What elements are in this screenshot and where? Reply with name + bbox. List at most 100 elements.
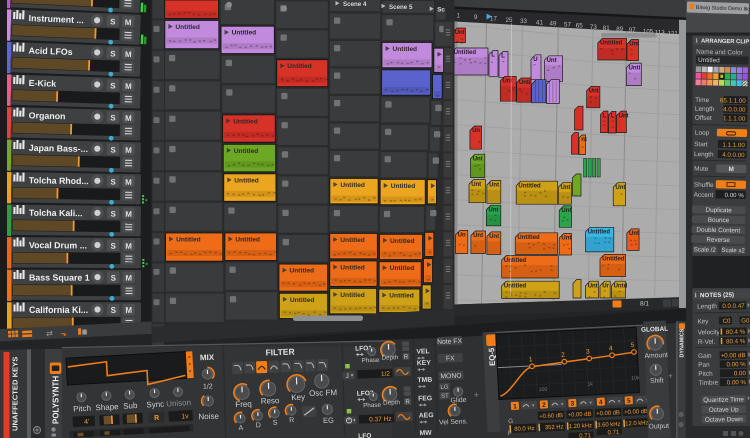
svg-text:Velocity: Velocity [698, 329, 721, 336]
svg-text:TMB: TMB [417, 377, 432, 385]
svg-text:Untitled: Untitled [290, 268, 315, 275]
svg-text:Scale x2: Scale x2 [721, 247, 745, 255]
svg-text:1: 1 [457, 13, 461, 20]
svg-text:81: 81 [603, 25, 610, 32]
svg-text:M: M [125, 18, 132, 27]
svg-text:Double Content: Double Content [696, 227, 740, 235]
svg-text:M: M [125, 50, 132, 59]
svg-text:73: 73 [590, 24, 597, 31]
svg-text:California Ki...: California Ki... [29, 305, 88, 315]
svg-text:L: L [603, 113, 607, 119]
svg-text:D: D [256, 422, 261, 429]
svg-text:U: U [533, 57, 537, 63]
svg-text:Untd: Untd [614, 283, 628, 289]
svg-text:Unt: Unt [489, 207, 499, 213]
svg-text:S: S [111, 242, 117, 251]
svg-text:Gain: Gain [698, 353, 712, 360]
svg-text:0.00: 0.00 [734, 370, 747, 377]
svg-text:M: M [125, 82, 132, 91]
svg-text:L: L [501, 54, 505, 60]
svg-text:80.0 Hz: 80.0 Hz [514, 426, 535, 433]
svg-text:0.71: 0.71 [579, 432, 592, 438]
svg-text:S: S [110, 113, 116, 122]
svg-text:Timbre: Timbre [698, 380, 718, 387]
svg-text:M: M [125, 114, 132, 123]
svg-text:41: 41 [536, 19, 543, 26]
svg-text:+: + [668, 372, 673, 381]
svg-text:4.0.0.00: 4.0.0.00 [722, 152, 745, 159]
svg-text:Japan Bass-...: Japan Bass-... [29, 143, 88, 154]
svg-text:Untitled: Untitled [393, 46, 418, 53]
svg-text:M: M [125, 178, 132, 187]
svg-text:F: F [508, 430, 512, 437]
svg-text:Unt: Unt [589, 89, 599, 95]
svg-text:Name and Color: Name and Color [696, 49, 744, 57]
svg-text:Length: Length [697, 303, 717, 310]
svg-text:Amount: Amount [644, 352, 668, 360]
svg-text:Un: Un [458, 233, 466, 239]
svg-text:3.60 kHz: 3.60 kHz [597, 422, 621, 429]
svg-text:R: R [289, 417, 294, 424]
svg-text:1/2: 1/2 [203, 383, 213, 390]
svg-text:Un: Un [433, 288, 442, 295]
svg-text:Untitled: Untitled [235, 237, 260, 244]
svg-text:Untitled: Untitled [504, 283, 527, 289]
svg-text:S: S [110, 145, 116, 154]
svg-text:+: + [474, 390, 479, 400]
svg-text:1/2: 1/2 [381, 371, 391, 378]
svg-text:LG: LG [440, 385, 449, 391]
svg-text:Unt: Unt [473, 156, 483, 162]
svg-text:NOTES (25): NOTES (25) [700, 292, 734, 300]
svg-text:Pitch: Pitch [73, 404, 91, 414]
svg-text:65.1.1.00: 65.1.1.00 [720, 97, 747, 105]
svg-text:Unt: Unt [561, 185, 571, 191]
svg-text:Unt: Unt [615, 185, 625, 191]
svg-text:Note FX: Note FX [437, 338, 463, 346]
svg-text:1.1.1.00: 1.1.1.00 [723, 115, 746, 122]
svg-text:Unt: Unt [473, 233, 483, 239]
svg-text:M: M [125, 242, 132, 251]
svg-text:97: 97 [629, 27, 636, 34]
svg-text:65: 65 [576, 23, 583, 30]
svg-text:Osc FM: Osc FM [309, 388, 338, 398]
svg-text:Sub: Sub [123, 401, 138, 411]
svg-text:S: S [110, 178, 116, 187]
svg-text:Key: Key [291, 393, 305, 402]
svg-text:MW: MW [419, 430, 432, 437]
svg-text:L: L [491, 53, 495, 59]
svg-text:4': 4' [84, 419, 90, 426]
svg-text:Phase: Phase [361, 357, 380, 365]
svg-text:Untitled: Untitled [175, 24, 200, 31]
svg-text:Unt: Unt [561, 208, 571, 214]
svg-text:Untitled: Untitled [391, 183, 416, 190]
svg-text:Scene 5: Scene 5 [389, 4, 413, 11]
svg-text:Untitled: Untitled [340, 182, 365, 189]
svg-text:Noise: Noise [198, 412, 219, 422]
svg-text:Depth: Depth [383, 399, 401, 407]
svg-text:KEY: KEY [417, 360, 432, 368]
svg-text:Vel Sens.: Vel Sens. [439, 418, 468, 426]
svg-text:Untitled: Untitled [176, 237, 201, 244]
svg-text:S: S [111, 274, 117, 283]
svg-text:0.37 Hz: 0.37 Hz [369, 416, 392, 424]
svg-text:Mute: Mute [694, 166, 709, 173]
svg-text:Untitled: Untitled [518, 183, 541, 189]
svg-text:M: M [125, 210, 132, 219]
svg-text:Key: Key [697, 318, 709, 325]
svg-text:Untitled: Untitled [340, 292, 365, 299]
svg-text:Phase: Phase [363, 402, 382, 410]
svg-text:GLOBAL: GLOBAL [641, 326, 668, 334]
svg-text:Untitled: Untitled [234, 148, 259, 155]
svg-text:Unt: Unt [489, 234, 499, 240]
svg-text:113: 113 [655, 30, 665, 37]
svg-text:Untitled: Untitled [232, 30, 257, 37]
svg-text:25: 25 [506, 17, 513, 24]
svg-text:4.0.0.00: 4.0.0.00 [723, 106, 746, 113]
svg-text:Shape: Shape [95, 402, 119, 412]
svg-text:12.0 kHz: 12.0 kHz [625, 420, 649, 427]
svg-text:M: M [125, 146, 132, 155]
svg-text:Accent: Accent [694, 192, 714, 199]
svg-text:57: 57 [564, 22, 571, 29]
svg-text:S: S [110, 49, 116, 58]
svg-text:Loop: Loop [695, 130, 710, 137]
